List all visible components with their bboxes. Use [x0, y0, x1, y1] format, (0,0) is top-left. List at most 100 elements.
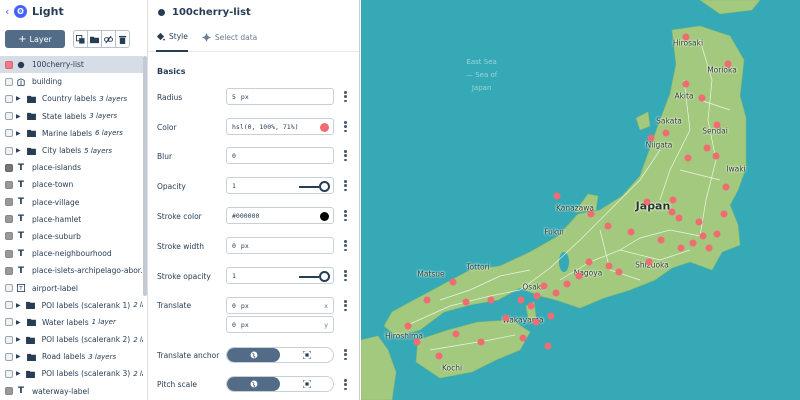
blur-input[interactable]: 0 — [226, 147, 334, 164]
cherry-poi-marker[interactable] — [544, 342, 552, 350]
layer-row[interactable]: Tplace-islands — [0, 159, 143, 176]
cherry-poi-marker[interactable] — [713, 230, 721, 238]
cherry-poi-marker[interactable] — [462, 298, 470, 306]
cherry-poi-marker[interactable] — [502, 314, 510, 322]
cherry-poi-marker[interactable] — [682, 33, 690, 41]
layer-visibility-toggle[interactable] — [5, 163, 13, 172]
cherry-poi-marker[interactable] — [682, 80, 690, 88]
layer-row[interactable]: Tplace-suburb — [0, 228, 143, 245]
expand-caret-icon[interactable]: ▶ — [16, 130, 21, 137]
cherry-poi-marker[interactable] — [552, 289, 560, 297]
group-layers-button[interactable] — [87, 30, 102, 48]
opacity-options-icon[interactable] — [344, 180, 347, 191]
delete-layer-button[interactable] — [115, 30, 130, 48]
cherry-poi-marker[interactable] — [647, 134, 655, 142]
tab-style[interactable]: Style — [156, 24, 188, 52]
cherry-poi-marker[interactable] — [423, 296, 431, 304]
cherry-poi-marker[interactable] — [699, 232, 707, 240]
cherry-poi-marker[interactable] — [517, 296, 525, 304]
cherry-poi-marker[interactable] — [487, 296, 495, 304]
layer-row[interactable]: Tplace-village — [0, 194, 143, 211]
cherry-poi-marker[interactable] — [540, 282, 548, 290]
layer-visibility-toggle[interactable] — [5, 198, 13, 207]
cherry-poi-marker[interactable] — [720, 210, 728, 218]
layer-visibility-toggle[interactable] — [5, 146, 13, 155]
cherry-poi-marker[interactable] — [684, 154, 692, 162]
cherry-poi-marker[interactable] — [705, 244, 713, 252]
translate-options-icon[interactable] — [344, 300, 347, 311]
layer-row[interactable]: building — [0, 73, 143, 90]
cherry-poi-marker[interactable] — [532, 318, 540, 326]
cherry-poi-marker[interactable] — [698, 94, 706, 102]
cherry-poi-marker[interactable] — [553, 192, 561, 200]
cherry-poi-marker[interactable] — [585, 258, 593, 266]
layer-row[interactable]: Tairport-label — [0, 279, 143, 296]
layer-visibility-toggle[interactable] — [5, 284, 13, 293]
expand-caret-icon[interactable]: ▶ — [16, 353, 21, 360]
cherry-poi-marker[interactable] — [527, 302, 535, 310]
layer-visibility-toggle[interactable] — [5, 318, 13, 327]
color-options-icon[interactable] — [344, 121, 347, 132]
add-layer-button[interactable]: + Layer — [5, 30, 65, 48]
cherry-poi-marker[interactable] — [563, 280, 571, 288]
layer-row[interactable]: ▶ Water labels 1 layer — [0, 314, 143, 331]
layer-visibility-toggle[interactable] — [5, 387, 13, 396]
cherry-poi-marker[interactable] — [645, 258, 653, 266]
radius-input[interactable]: 5 px — [226, 88, 334, 105]
layer-row[interactable]: ▶ State labels 3 layers — [0, 108, 143, 125]
layer-row[interactable]: Tplace-neighbourhood — [0, 245, 143, 262]
cherry-poi-marker[interactable] — [724, 60, 732, 68]
layer-visibility-toggle[interactable] — [5, 335, 13, 344]
layer-visibility-toggle[interactable] — [5, 112, 13, 121]
cherry-poi-marker[interactable] — [713, 121, 721, 129]
layer-visibility-toggle[interactable] — [5, 266, 13, 275]
cherry-poi-marker[interactable] — [452, 330, 460, 338]
layer-row[interactable]: ▶ POI labels (scalerank 1)2 lay... — [0, 297, 143, 314]
stroke-opacity-slider-track[interactable] — [299, 275, 319, 278]
cherry-poi-marker[interactable] — [703, 144, 711, 152]
layer-row[interactable]: Tplace-town — [0, 176, 143, 193]
expand-caret-icon[interactable]: ▶ — [16, 113, 21, 120]
layer-row[interactable]: Tplace-hamlet — [0, 211, 143, 228]
stroke-color-input[interactable]: #000000 — [226, 207, 334, 224]
cherry-poi-marker[interactable] — [605, 262, 613, 270]
cherry-poi-marker[interactable] — [669, 196, 677, 204]
layer-row[interactable]: 100cherry-list — [0, 56, 143, 74]
layer-row[interactable]: Twaterway-label — [0, 383, 143, 400]
cherry-poi-marker[interactable] — [435, 352, 443, 360]
cherry-poi-marker[interactable] — [477, 338, 485, 346]
stroke-color-swatch[interactable] — [320, 211, 329, 221]
cherry-poi-marker[interactable] — [668, 208, 676, 216]
layer-visibility-toggle[interactable] — [5, 215, 13, 224]
color-input[interactable]: hsl(0, 100%, 71%) — [226, 118, 334, 135]
cherry-poi-marker[interactable] — [404, 322, 412, 330]
layer-visibility-toggle[interactable] — [5, 180, 13, 189]
cherry-poi-marker[interactable] — [604, 222, 612, 230]
expand-caret-icon[interactable]: ▶ — [16, 370, 21, 377]
stroke-width-options-icon[interactable] — [344, 240, 347, 251]
layer-visibility-toggle[interactable] — [5, 369, 13, 378]
color-swatch[interactable] — [320, 122, 329, 132]
cherry-poi-marker[interactable] — [519, 334, 527, 342]
layer-row[interactable]: ▶ Marine labels 6 layers — [0, 125, 143, 142]
layer-row[interactable]: ▶ Country labels 3 layers — [0, 90, 143, 107]
cherry-poi-marker[interactable] — [575, 272, 583, 280]
stroke-opacity-input[interactable]: 1 — [226, 267, 334, 284]
layer-row[interactable]: ▶ POI labels (scalerank 2)2 lay... — [0, 331, 143, 348]
cherry-poi-marker[interactable] — [657, 236, 665, 244]
layer-visibility-toggle[interactable] — [5, 94, 13, 103]
cherry-poi-marker[interactable] — [677, 244, 685, 252]
expand-caret-icon[interactable]: ▶ — [16, 147, 21, 154]
anchor-map-option[interactable] — [227, 348, 280, 362]
map-canvas[interactable]: East Sea — Sea of Japan Japan Hirosaki M… — [361, 0, 800, 400]
layer-row[interactable]: ▶ City labels 5 layers — [0, 142, 143, 159]
link-layer-button[interactable] — [101, 30, 116, 48]
expand-caret-icon[interactable]: ▶ — [16, 319, 21, 326]
chevron-left-icon[interactable]: ‹ — [5, 5, 14, 18]
cherry-poi-marker[interactable] — [643, 198, 651, 206]
layer-visibility-toggle[interactable] — [5, 352, 13, 361]
layer-visibility-toggle[interactable] — [5, 129, 13, 138]
cherry-poi-marker[interactable] — [587, 210, 595, 218]
layer-visibility-toggle[interactable] — [5, 77, 13, 86]
duplicate-layer-button[interactable] — [73, 30, 88, 48]
